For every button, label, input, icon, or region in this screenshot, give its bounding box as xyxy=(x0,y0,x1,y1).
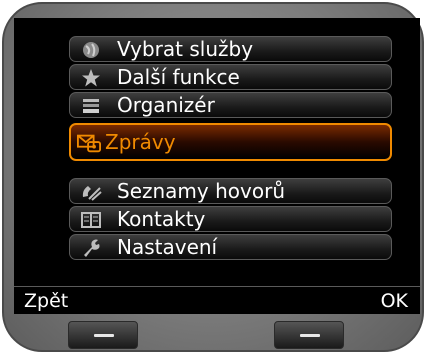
menu-item-label: Zprávy xyxy=(105,130,176,154)
right-softkey-button[interactable] xyxy=(274,321,344,349)
menu-item-dalsi-funkce[interactable]: Další funkce xyxy=(69,64,392,90)
globe-icon xyxy=(79,39,103,61)
display-screen: Vybrat služby Další funkce Organizér Zpr… xyxy=(14,18,420,314)
organizer-icon xyxy=(79,95,103,117)
menu-item-label: Další funkce xyxy=(117,65,240,89)
messages-icon xyxy=(77,132,101,154)
menu-item-nastaveni[interactable]: Nastavení xyxy=(69,234,392,260)
menu-item-label: Organizér xyxy=(117,93,215,117)
menu-item-kontakty[interactable]: Kontakty xyxy=(69,206,392,232)
menu-item-zpravy[interactable]: Zprávy xyxy=(69,123,392,161)
wrench-icon xyxy=(79,237,103,259)
menu-item-label: Nastavení xyxy=(117,235,218,259)
star-icon xyxy=(79,67,103,89)
left-softkey-button[interactable] xyxy=(68,321,138,349)
minus-icon xyxy=(94,334,114,337)
softkey-bar: Zpět OK xyxy=(14,286,420,314)
minus-icon xyxy=(300,334,320,337)
softkey-right-label[interactable]: OK xyxy=(381,287,408,314)
phone-bezel: Vybrat služby Další funkce Organizér Zpr… xyxy=(2,2,424,352)
menu-item-label: Vybrat služby xyxy=(117,37,254,61)
menu-item-label: Seznamy hovorů xyxy=(117,179,285,203)
menu-item-vybrat-sluzby[interactable]: Vybrat služby xyxy=(69,36,392,62)
call-list-icon xyxy=(79,181,103,203)
softkey-left-label[interactable]: Zpět xyxy=(24,287,68,314)
menu-item-label: Kontakty xyxy=(117,207,206,231)
contacts-icon xyxy=(79,209,103,231)
menu-item-organizer[interactable]: Organizér xyxy=(69,92,392,118)
menu-item-seznamy-hovoru[interactable]: Seznamy hovorů xyxy=(69,178,392,204)
